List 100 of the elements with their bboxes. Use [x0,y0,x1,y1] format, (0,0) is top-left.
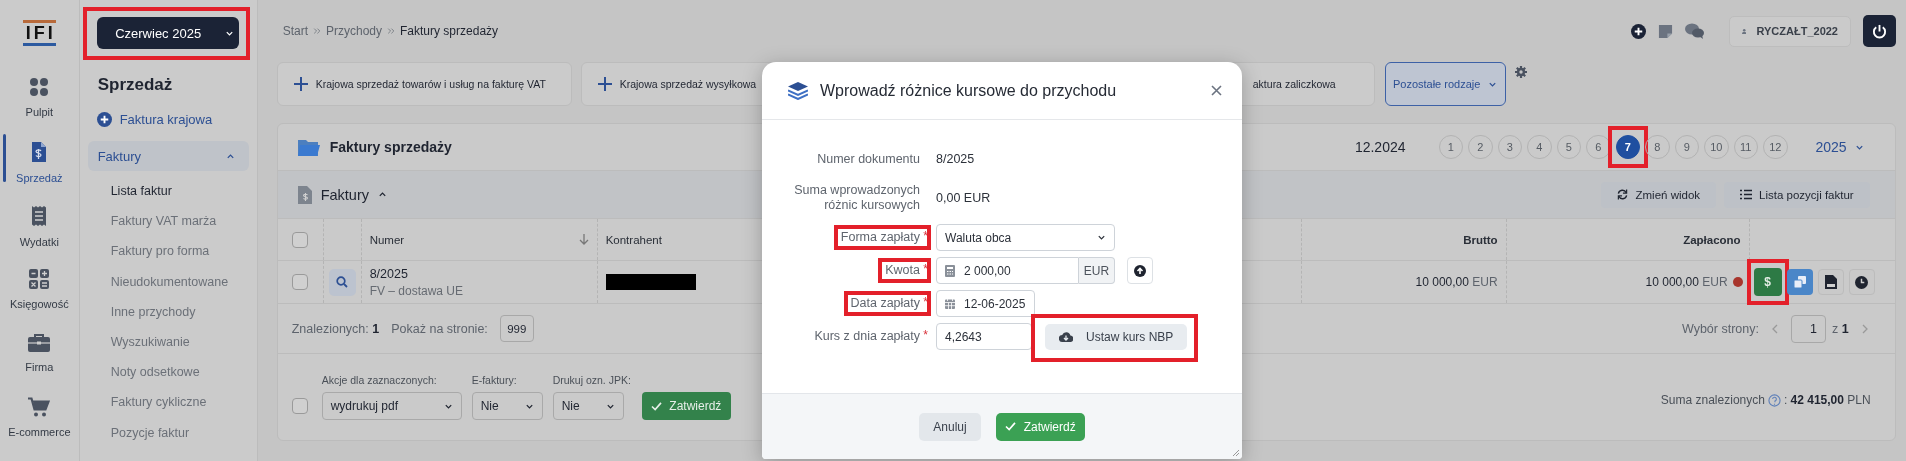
document-icon [1824,275,1837,289]
check-icon [651,401,663,411]
nav-item[interactable]: Sprzedaż [16,172,63,184]
currency-label: EUR [1079,257,1115,284]
calculator-icon [945,264,955,277]
chevron-right-icon [313,27,321,35]
chevron-up-icon[interactable] [378,190,387,199]
sort-arrow-icon[interactable] [578,234,589,245]
other-types-dropdown[interactable]: Pozostałe rodzaje [1384,62,1506,106]
document-icon [297,185,312,204]
checkbox[interactable] [292,231,309,248]
required-mark: * [923,262,928,276]
help-icon[interactable] [1767,393,1781,407]
nav-item[interactable]: Firma [25,361,54,373]
clock-icon [1855,275,1869,289]
page-field[interactable]: 1 [1790,314,1826,343]
copy-icon [1793,276,1806,288]
select-field[interactable]: Nie [552,392,624,420]
folder-icon [297,138,320,156]
field-label: Numer dokumentu [817,151,920,167]
column-header[interactable]: Zapłacono [1683,233,1741,246]
results-count: Znalezionych: 1 [291,321,380,336]
menu-group[interactable]: Faktury [87,141,249,171]
select-field[interactable]: Nie [471,392,543,420]
note-icon[interactable] [1658,23,1673,39]
month-button[interactable]: 7 [1615,134,1640,160]
amount-field[interactable]: 2 000,00 [936,257,1079,284]
required-mark: * [923,229,928,243]
pdf-button[interactable] [1817,269,1844,295]
arrow-up-icon [1134,264,1146,277]
page-count: z 1 [1831,321,1849,336]
section-title: Sprzedaż [97,75,174,96]
user-menu-button[interactable]: RYCZAŁT_2022 [1729,15,1851,47]
layers-icon [788,81,808,100]
invoice-type: FV – dostawa UE [369,283,464,298]
calendar-icon [945,298,955,309]
plus-circle-icon [96,112,112,127]
breadcrumb-link[interactable]: Start [282,24,308,38]
menu-item[interactable]: Lista faktur [110,184,172,199]
period-dropdown[interactable]: Czerwiec 2025 [96,17,239,49]
refresh-icon [1617,189,1629,200]
field-label: E-faktury: [471,374,518,386]
date-field[interactable]: 12-06-2025 [936,290,1035,317]
dashboard-icon [29,77,50,97]
document-icon [31,141,48,163]
checkbox[interactable] [291,398,308,414]
field-label: Forma zapłaty [840,230,920,245]
panel-title: Faktury sprzedaży [329,139,452,155]
cancel-button[interactable]: Anuluj [919,412,981,441]
column-header[interactable]: Kontrahent [605,233,662,246]
field-label: Suma wprowadzonych różnic kursowych [793,183,920,213]
settings-icon[interactable] [1514,66,1527,78]
breadcrumb-link[interactable]: Faktury sprzedaży [400,24,499,38]
field-value: 0,00 EUR [936,191,991,205]
per-page-field[interactable]: 999 [499,315,534,342]
field-label: Kurs z dnia zapłaty [814,329,920,344]
nav-item[interactable]: Księgowość [9,298,69,310]
nav-item[interactable]: E-commerce [8,426,71,438]
year-dropdown[interactable]: 2025 [1815,139,1864,155]
upload-button[interactable] [1127,257,1153,284]
checkbox[interactable] [292,274,309,290]
select-field[interactable]: wydrukuj pdf [321,392,462,420]
logo[interactable]: IFI [22,20,56,46]
nav-item[interactable]: Pulpit [25,106,54,118]
chevron-down-icon [1097,233,1106,242]
required-mark: * [923,328,928,342]
set-rate-button[interactable]: Ustaw kurs NBP [1045,323,1188,350]
chevron-up-icon [225,151,235,161]
column-header[interactable]: Brutto [1463,233,1498,246]
page-label: Wybór strony: [1681,321,1759,336]
preview-button[interactable] [328,268,356,296]
resize-handle-icon[interactable] [1232,449,1240,457]
period-label: 12.2024 [1354,139,1406,155]
plus-icon [597,77,612,91]
breadcrumb-link[interactable]: Przychody [326,24,383,38]
invoice-number[interactable]: 8/2025 [369,266,408,281]
per-page-label: Pokaż na stronie: [391,321,488,336]
chat-icon[interactable] [1685,23,1705,39]
confirm-button[interactable]: Zatwierdź [641,392,731,420]
history-button[interactable] [1848,269,1875,295]
copy-button[interactable] [1786,269,1813,295]
add-invoice-button[interactable]: Krajowa sprzedaż towarów i usług na fakturę VAT [276,62,572,106]
nav-item[interactable]: Wydatki [19,236,59,248]
section-title[interactable]: Faktury [320,186,369,203]
payment-form-select[interactable]: Waluta obca [936,224,1115,251]
logout-button[interactable] [1863,15,1896,47]
active-indicator [3,134,6,182]
field-label: Data zapłaty [850,296,920,311]
item-list-button[interactable]: Lista pozycji faktur [1724,181,1870,208]
currency-label: EUR [1472,275,1498,289]
add-icon[interactable] [1631,23,1646,39]
list-icon [1740,189,1753,200]
required-mark: * [923,295,928,309]
column-header[interactable]: Numer [369,233,405,246]
change-view-button[interactable]: Zmień widok [1601,181,1717,208]
payment-button[interactable]: $ [1753,268,1782,296]
total-value: : 42 415,00 PLN [1783,393,1871,407]
close-icon[interactable] [1211,85,1222,96]
new-invoice-link[interactable]: Faktura krajowa [119,112,213,127]
field-label: Kwota [885,263,920,278]
